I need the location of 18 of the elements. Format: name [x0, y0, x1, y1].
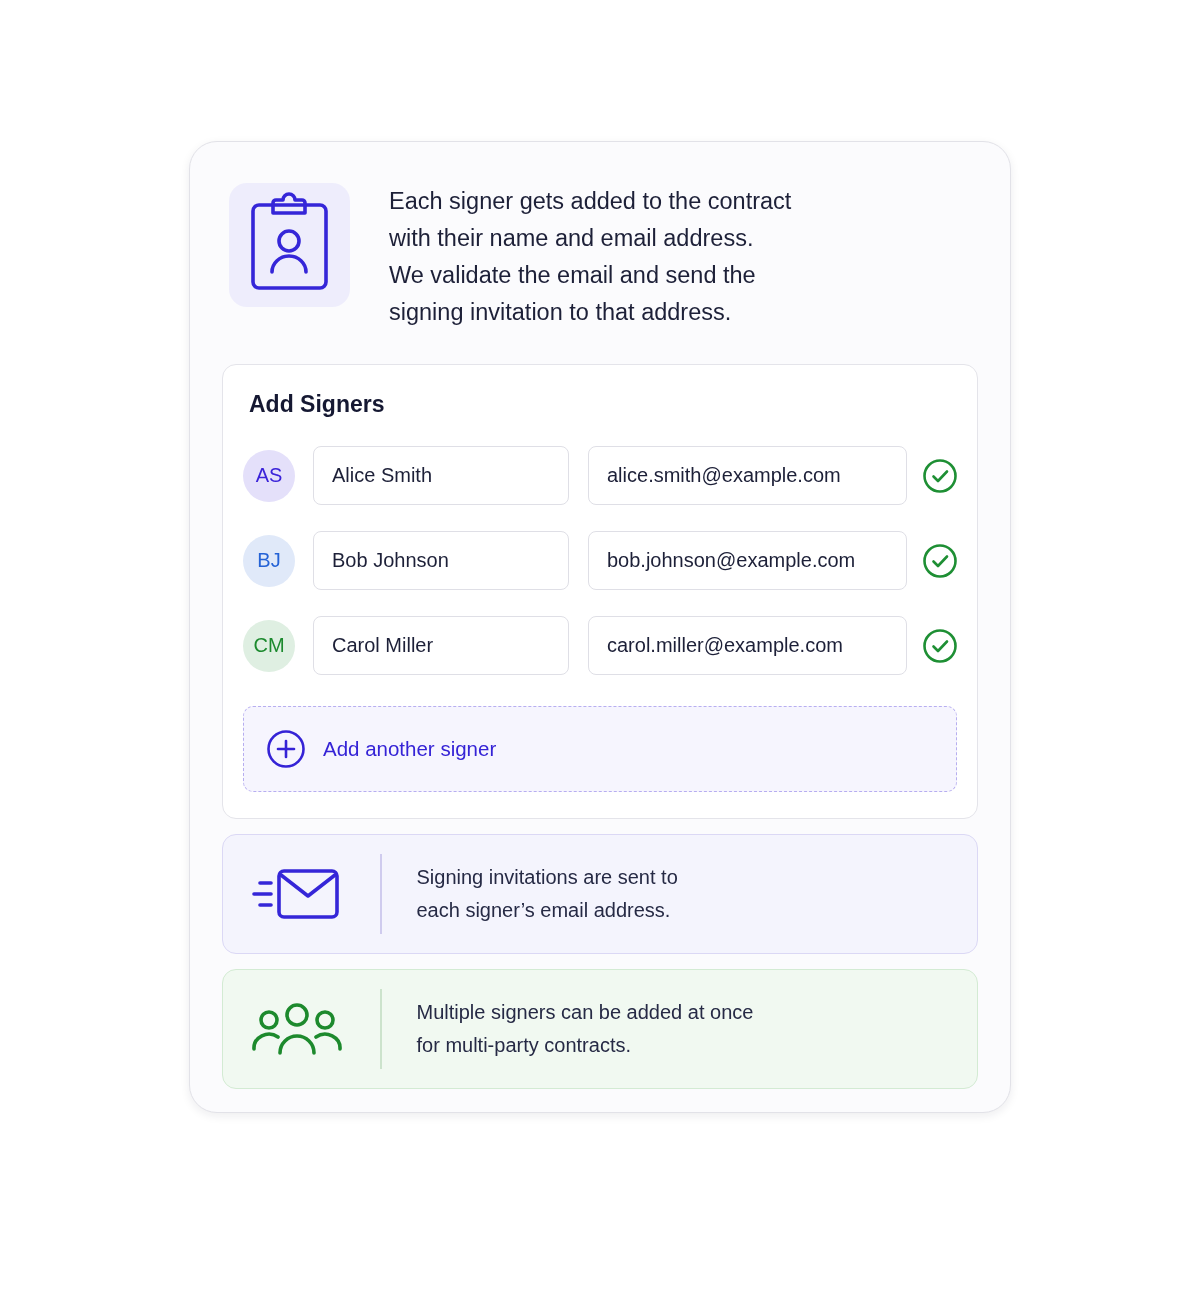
name-field[interactable]: Alice Smith: [313, 446, 569, 505]
plus-circle-icon: [267, 730, 305, 768]
panel-title: Add Signers: [249, 390, 386, 419]
intro-text: Each signer gets added to the contract with their name and email address. We validate the email and send the signing invitation to that address.: [389, 187, 792, 327]
add-signer-button[interactable]: Add another signer: [243, 706, 957, 792]
avatar: AS: [243, 449, 295, 502]
email-field[interactable]: bob.johnson@example.com: [588, 531, 907, 590]
avatar: CM: [243, 619, 295, 672]
name-field[interactable]: Bob Johnson: [313, 531, 569, 590]
info-text: Multiple signers can be added at once for multi-party contracts.: [416, 1000, 754, 1058]
info-text: Signing invitations are sent to each signer’s email address.: [416, 865, 678, 923]
people-icon: [252, 1003, 342, 1055]
avatar: BJ: [243, 534, 295, 587]
envelope-icon: [252, 869, 339, 919]
clipboard-person-icon: [229, 183, 350, 307]
name-field[interactable]: Carol Miller: [313, 616, 569, 675]
email-field[interactable]: alice.smith@example.com: [588, 446, 907, 505]
email-field[interactable]: carol.miller@example.com: [588, 616, 907, 675]
